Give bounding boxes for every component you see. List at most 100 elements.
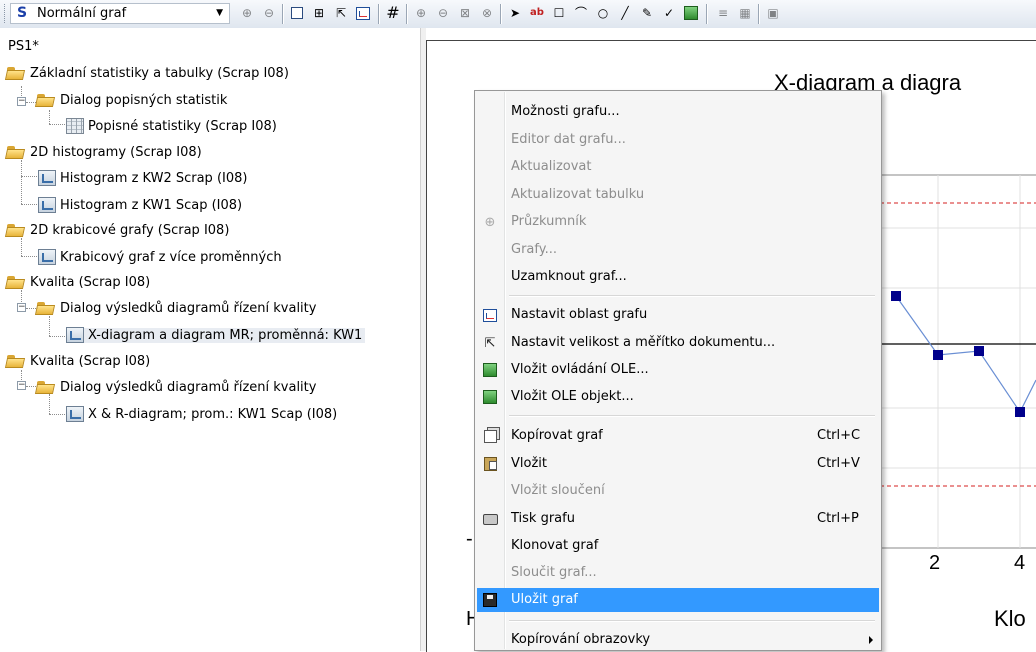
menu-item-paste-merge[interactable]: Vložit sloučení [477, 479, 879, 503]
tree-node-label: Histogram z KW1 Scap (I08) [60, 197, 243, 213]
statistica-logo-icon: S [17, 5, 28, 21]
collapse-toggle[interactable]: − [17, 303, 26, 312]
tree-node[interactable]: Kvalita (Scrap I08) [6, 271, 150, 293]
tree-node[interactable]: Dialog výsledků diagramů řízení kvality [36, 376, 316, 398]
tree-connector [49, 414, 65, 415]
menu-item-label: Vložit OLE objekt... [511, 389, 634, 404]
menu-item-set-plot-area[interactable]: Nastavit oblast grafu [477, 303, 879, 327]
tree-node-label: Popisné statistiky (Scrap I08) [88, 118, 277, 134]
tree-node[interactable]: Histogram z KW2 Scrap (I08) [38, 167, 247, 189]
graph-edit-icon[interactable]: ⊞ [310, 4, 328, 22]
menu-item-label: Aktualizovat tabulku [511, 187, 645, 202]
select-box-icon[interactable] [288, 4, 306, 22]
menu-item-copy-graph[interactable]: Kopírovat graf Ctrl+C [477, 424, 879, 448]
workbook-title[interactable]: PS1* [8, 39, 39, 54]
zoom-icon[interactable]: ⊕ [412, 4, 430, 22]
graph-icon [38, 197, 56, 213]
tree-node[interactable]: Základní statistiky a tabulky (Scrap I08… [6, 62, 289, 84]
zoom-reset-icon[interactable]: ⊠ [456, 4, 474, 22]
menu-item-shortcut: Ctrl+V [817, 456, 860, 471]
graph-icon [66, 327, 84, 343]
tree-node[interactable]: Krabicový graf z více proměnných [38, 246, 282, 268]
tree-node[interactable]: 2D histogramy (Scrap I08) [6, 141, 202, 163]
menu-item-label: Editor dat grafu... [511, 132, 626, 147]
menu-item-graphs[interactable]: Grafy... [477, 238, 879, 262]
tree-node[interactable]: Histogram z KW1 Scap (I08) [38, 194, 242, 216]
menu-item-refresh[interactable]: Aktualizovat [477, 155, 879, 179]
menu-item-save-graph[interactable]: Uložit graf [477, 588, 879, 612]
tree-connector [21, 204, 37, 205]
menu-item-insert-ole-object[interactable]: Vložit OLE objekt... [477, 385, 879, 409]
tree-node-label: Histogram z KW2 Scrap (I08) [60, 170, 248, 186]
resize-icon[interactable]: ⇱ [332, 4, 350, 22]
toolbar-separator [500, 4, 502, 24]
brush-icon[interactable]: ✎ [638, 4, 656, 22]
menu-item-label: Možnosti grafu... [511, 104, 620, 119]
menu-item-label: Aktualizovat [511, 159, 592, 174]
tree-node[interactable]: X & R-diagram; prom.: KW1 Scap (I08) [66, 403, 337, 425]
save-icon [482, 592, 498, 608]
menu-item-explorer[interactable]: ⊕ Průzkumník [477, 210, 879, 234]
folder-icon [6, 354, 26, 368]
menu-item-label: Vložit ovládání OLE... [511, 362, 649, 377]
disabled-icon[interactable]: ≡ [714, 4, 732, 22]
collapse-toggle[interactable]: − [17, 381, 26, 390]
menu-item-refresh-table[interactable]: Aktualizovat tabulku [477, 183, 879, 207]
series-line [895, 295, 1036, 414]
menu-item-paste[interactable]: Vložit Ctrl+V [477, 452, 879, 476]
grid-icon[interactable]: # [384, 4, 402, 22]
tree-connector [21, 176, 37, 177]
zoom-out-icon[interactable]: ⊖ [260, 4, 278, 22]
tree-connector [49, 336, 65, 337]
menu-item-screen-capture[interactable]: Kopírování obrazovky [477, 628, 879, 652]
menu-item-label: Kopírovat graf [511, 428, 603, 443]
menu-item-graph-options[interactable]: Možnosti grafu... [477, 100, 879, 124]
tree-node-label: X-diagram a diagram MR; proměnná: KW1 [84, 327, 366, 343]
graph-icon [38, 170, 56, 186]
collapse-toggle[interactable]: − [17, 97, 26, 106]
tree-node-label: Dialog výsledků diagramů řízení kvality [60, 300, 317, 316]
tree-connector [49, 316, 50, 336]
marker-icon[interactable]: ✓ [660, 4, 678, 22]
menu-item-document-size[interactable]: ⇱ Nastavit velikost a měřítko dokumentu.… [477, 331, 879, 355]
menu-item-label: Sloučit graf... [511, 565, 597, 580]
toolbar-grip[interactable] [4, 4, 7, 23]
paste-icon [482, 456, 498, 472]
resize-icon: ⇱ [484, 335, 496, 351]
ole-icon[interactable] [682, 4, 700, 22]
line-icon[interactable]: ╱ [616, 4, 634, 22]
menu-item-graph-data-editor[interactable]: Editor dat grafu... [477, 128, 879, 152]
menu-item-print-graph[interactable]: Tisk grafu Ctrl+P [477, 507, 879, 531]
menu-item-lock-graph[interactable]: Uzamknout graf... [477, 265, 879, 289]
toolbar-separator [706, 4, 708, 24]
menu-item-label: Vložit [511, 456, 547, 471]
menu-item-clone-graph[interactable]: Klonovat graf [477, 534, 879, 558]
folder-icon [36, 93, 56, 107]
menu-item-merge-graph[interactable]: Sloučit graf... [477, 561, 879, 585]
annotation-icon[interactable]: ☐ [550, 4, 568, 22]
tree-node-selected[interactable]: X-diagram a diagram MR; proměnná: KW1 [66, 324, 366, 346]
text-icon[interactable]: ab [528, 4, 546, 22]
zoom-in-icon[interactable]: ⊕ [238, 4, 256, 22]
tree-node[interactable]: Kvalita (Scrap I08) [6, 350, 150, 372]
tree-node[interactable]: Popisné statistiky (Scrap I08) [66, 115, 277, 137]
data-point [933, 350, 943, 360]
pointer-icon[interactable]: ➤ [506, 4, 524, 22]
tree-node[interactable]: Dialog výsledků diagramů řízení kvality [36, 297, 316, 319]
tile-icon[interactable]: ▦ [736, 4, 754, 22]
zoom-out-icon-2[interactable]: ⊖ [434, 4, 452, 22]
tree-node[interactable]: 2D krabicové grafy (Scrap I08) [6, 219, 229, 241]
x-tick-label: 2 [929, 552, 941, 574]
tree-node[interactable]: Dialog popisných statistik [36, 89, 227, 111]
menu-item-insert-ole-control[interactable]: Vložit ovládání OLE... [477, 358, 879, 382]
folder-icon [6, 275, 26, 289]
toolbar-separator [378, 4, 380, 24]
chevron-down-icon[interactable]: ▼ [216, 8, 223, 18]
ellipse-icon[interactable]: ○ [594, 4, 612, 22]
zoom-cancel-icon[interactable]: ⊗ [478, 4, 496, 22]
extra-icon[interactable]: ▣ [764, 4, 782, 22]
graph-type-select[interactable]: S Normální graf ▼ [10, 3, 230, 24]
tree-node-label: Krabicový graf z více proměnných [60, 249, 282, 265]
freeform-icon[interactable]: ⌒ [572, 4, 590, 22]
plot-area-icon[interactable] [354, 4, 372, 22]
